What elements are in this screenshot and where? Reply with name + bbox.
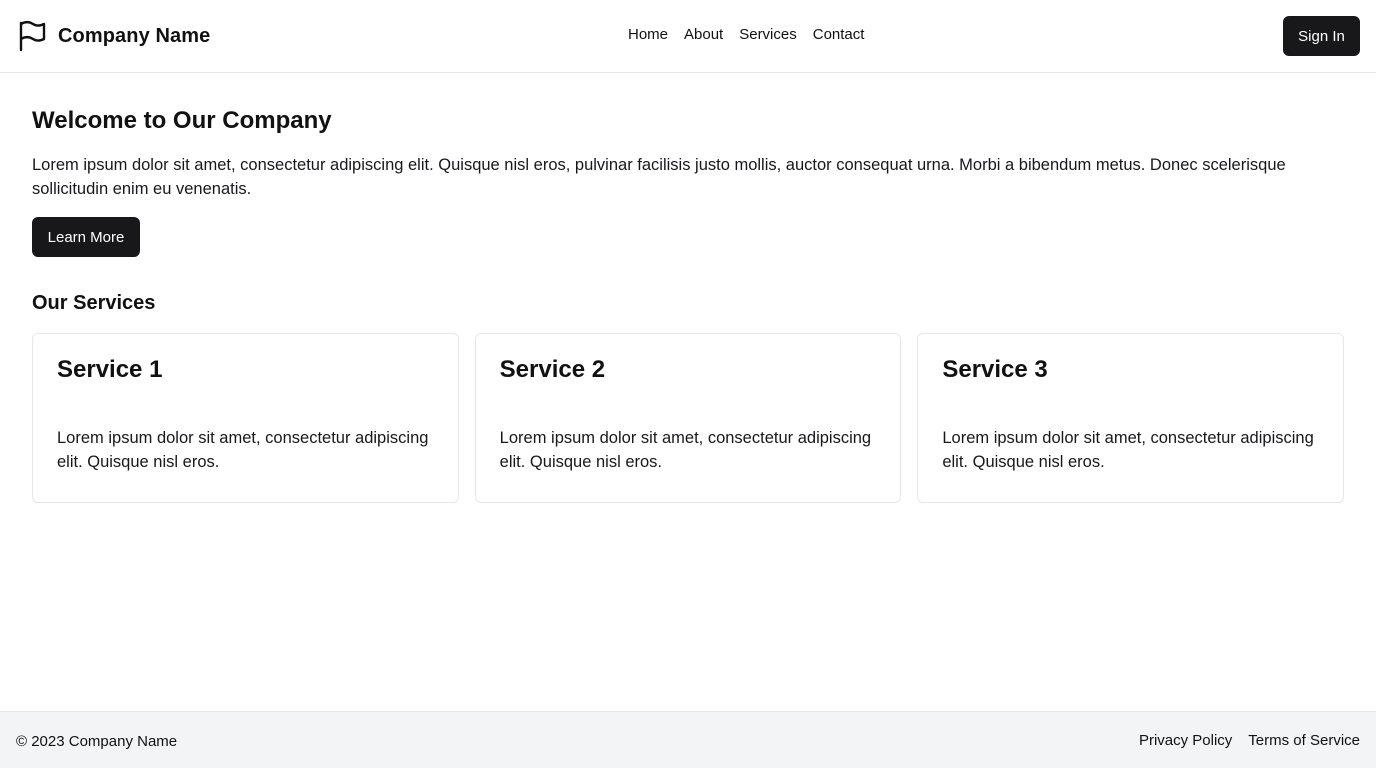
main-nav: Home About Services Contact	[628, 24, 864, 46]
nav-link-about[interactable]: About	[684, 24, 723, 46]
service-card-text: Lorem ipsum dolor sit amet, consectetur …	[57, 429, 429, 471]
nav-link-contact[interactable]: Contact	[813, 24, 865, 46]
service-card-text: Lorem ipsum dolor sit amet, consectetur …	[942, 429, 1314, 471]
privacy-policy-link[interactable]: Privacy Policy	[1139, 731, 1232, 751]
brand-name: Company Name	[58, 24, 211, 47]
service-card: Service 3 Lorem ipsum dolor sit amet, co…	[917, 333, 1345, 503]
nav-link-services[interactable]: Services	[739, 24, 797, 46]
brand-link[interactable]: Company Name	[18, 20, 210, 52]
site-footer: © 2023 Company Name Privacy Policy Terms…	[0, 711, 1376, 768]
services-cards: Service 1 Lorem ipsum dolor sit amet, co…	[32, 333, 1345, 503]
learn-more-button[interactable]: Learn More	[32, 217, 140, 257]
service-card-title: Service 3	[942, 356, 1048, 383]
nav-link-home[interactable]: Home	[628, 24, 668, 46]
footer-links: Privacy Policy Terms of Service	[1139, 731, 1360, 751]
service-card: Service 1 Lorem ipsum dolor sit amet, co…	[32, 333, 459, 503]
site-header: Company Name Home About Services Contact…	[0, 0, 1376, 73]
services-heading: Our Services	[32, 292, 156, 314]
hero-description: Lorem ipsum dolor sit amet, consectetur …	[32, 156, 1286, 198]
terms-of-service-link[interactable]: Terms of Service	[1248, 731, 1360, 751]
service-card-title: Service 2	[499, 356, 606, 383]
copyright-text: © 2023 Company Name	[16, 733, 178, 750]
flag-icon	[19, 20, 46, 52]
service-card: Service 2 Lorem ipsum dolor sit amet, co…	[474, 333, 902, 503]
service-card-text: Lorem ipsum dolor sit amet, consectetur …	[499, 429, 872, 471]
hero-title: Welcome to Our Company	[32, 107, 332, 134]
service-card-title: Service 1	[57, 356, 163, 383]
sign-in-button[interactable]: Sign In	[1283, 16, 1360, 56]
